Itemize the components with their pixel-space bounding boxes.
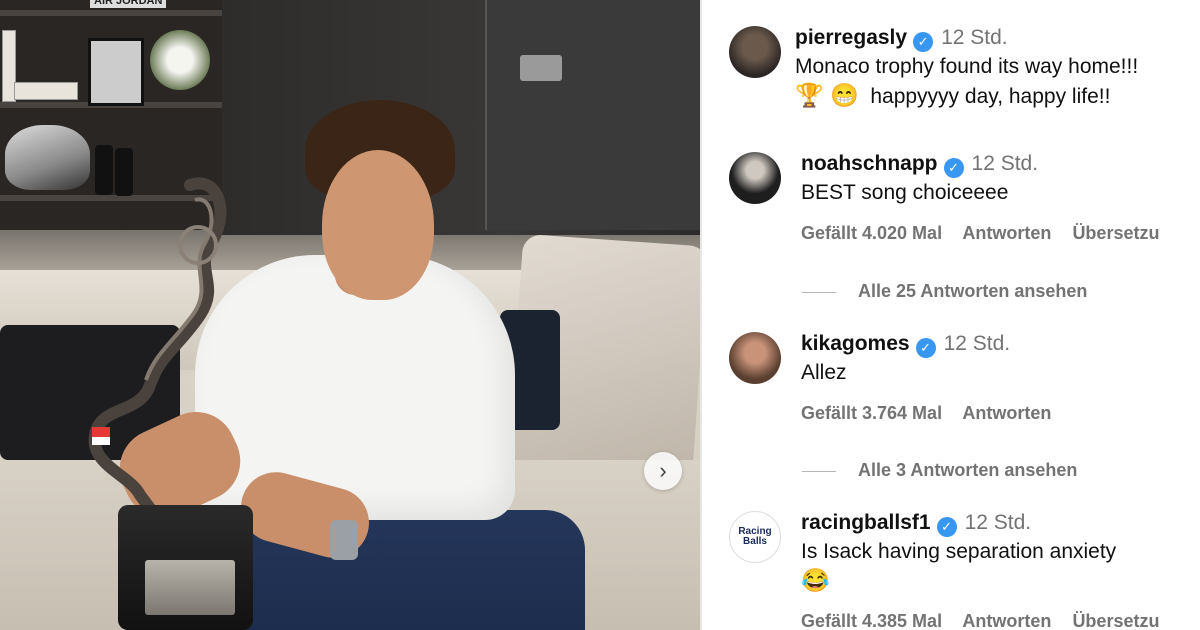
reply-line [802,470,836,472]
post-photo[interactable]: AIR JORDAN › [0,0,700,630]
trophy-plate [145,560,235,615]
caption-line: Monaco trophy found its way home!!! [795,55,1139,78]
verified-badge-icon: ✓ [913,32,934,52]
door-handle [520,55,562,81]
cabinet-door [485,0,700,230]
view-replies-button[interactable]: Alle 25 Antworten ansehen [802,281,1087,302]
comment-body: noahschnapp ✓ 12 Std. BEST song choiceeee … [801,152,1200,244]
likes-count[interactable]: Gefällt 4.020 Mal [801,223,942,243]
comment-actions: Gefällt 3.764 Mal Antworten [801,403,1200,424]
photo-frame [88,38,144,106]
monaco-trophy [88,177,227,541]
likes-count[interactable]: Gefällt 3.764 Mal [801,403,942,423]
avatar[interactable] [729,26,781,78]
author-username[interactable]: pierregasly [795,26,907,49]
reply-button[interactable]: Antworten [962,223,1051,243]
shelf [0,10,222,16]
verified-badge-icon: ✓ [915,338,936,358]
chevron-right-icon: › [659,458,667,483]
comment-actions: Gefällt 4.020 Mal Antworten Übersetzu [801,223,1200,244]
comment-body: kikagomes ✓ 12 Std. Allez Gefällt 3.764 Ma… [801,332,1200,424]
verified-badge-icon: ✓ [936,517,957,537]
book [14,82,78,100]
person-head [322,150,434,300]
comment-actions: Gefällt 4.385 Mal Antworten Übersetzu [801,611,1200,630]
racing-balls-logo: Racing Balls [738,526,772,547]
reply-button[interactable]: Antworten [962,611,1051,630]
comment-timestamp[interactable]: 12 Std. [965,511,1032,534]
shelf-label: AIR JORDAN [90,0,167,8]
likes-count[interactable]: Gefällt 4.385 Mal [801,611,942,630]
comment-text: Allez [801,361,847,384]
comment-username[interactable]: noahschnapp [801,152,938,175]
carousel-next-button[interactable]: › [644,452,682,490]
translate-button[interactable]: Übersetzu [1072,223,1159,243]
view-replies-label: Alle 25 Antworten ansehen [858,281,1088,301]
avatar[interactable] [729,332,781,384]
comment-text: BEST song choiceeee [801,181,1009,204]
comment-username[interactable]: kikagomes [801,332,910,355]
comment-username[interactable]: racingballsf1 [801,511,931,534]
comment-text: Is Isack having separation anxiety [801,540,1117,563]
translate-button[interactable]: Übersetzu [1072,611,1159,630]
caption-line-2: happyyyy day, happy life!! [870,85,1111,108]
wristwatch [330,520,358,560]
comment-timestamp[interactable]: 12 Std. [944,332,1011,355]
trophy-emoji: 🏆 😁 [795,82,859,108]
reply-line [802,291,836,293]
avatar[interactable] [729,152,781,204]
verified-badge-icon: ✓ [943,158,964,178]
view-replies-button[interactable]: Alle 3 Antworten ansehen [802,460,1077,481]
caption-text-block: pierregasly ✓ 12 Std. Monaco trophy found … [795,26,1200,111]
comments-panel: pierregasly ✓ 12 Std. Monaco trophy found … [702,0,1200,630]
flower-vase [150,30,210,90]
racing-helmet [5,125,90,190]
avatar[interactable]: Racing Balls [729,511,781,563]
laughing-emoji: 😂 [801,567,830,593]
comment-timestamp[interactable]: 12 Std. [972,152,1039,175]
view-replies-label: Alle 3 Antworten ansehen [858,460,1078,480]
comment-body: racingballsf1 ✓ 12 Std. Is Isack having se… [801,511,1200,630]
reply-button[interactable]: Antworten [962,403,1051,423]
caption-line: 🏆 😁 happyyyy day, happy life!! [795,81,1200,111]
timestamp[interactable]: 12 Std. [941,26,1008,49]
